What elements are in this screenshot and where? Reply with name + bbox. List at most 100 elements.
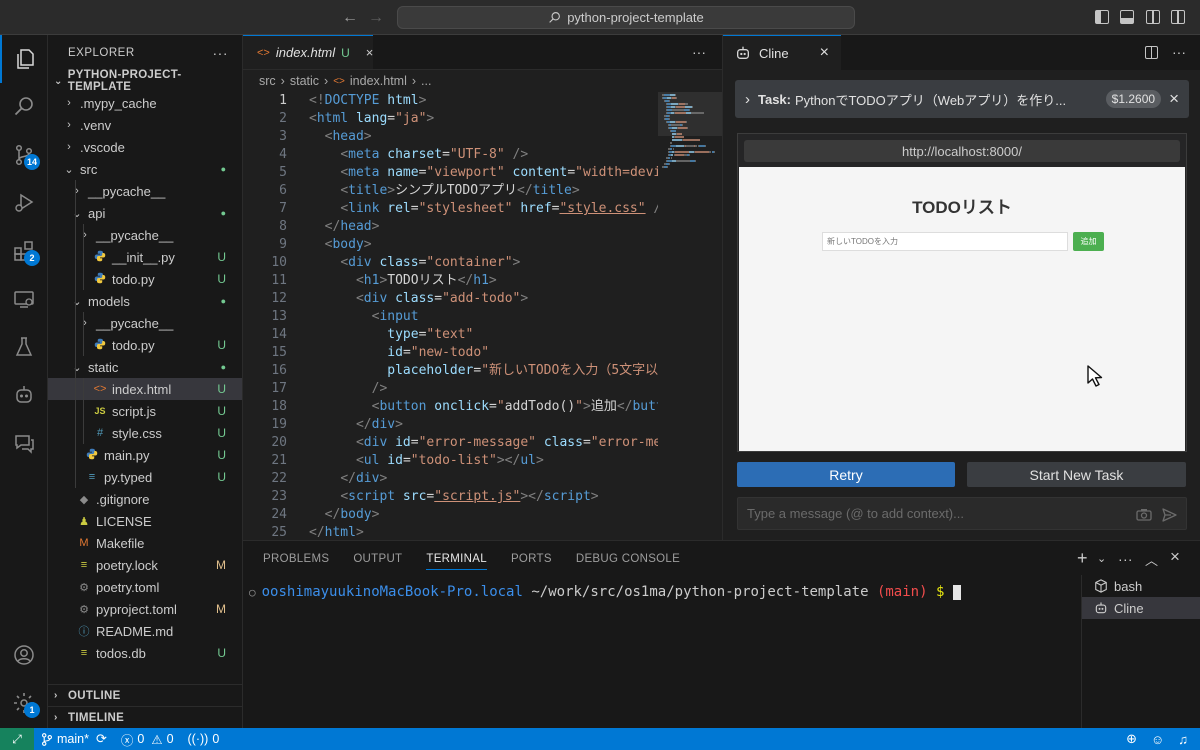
file-tree-item[interactable]: ≡ todos.db U (48, 642, 242, 664)
breadcrumb-symbol[interactable]: ... (421, 74, 431, 88)
code-line[interactable]: 2 <html lang="ja"> (243, 110, 658, 128)
file-tree-item[interactable]: › __pycache__ (48, 312, 242, 334)
terminal-item-cline[interactable]: Cline (1082, 597, 1200, 619)
file-tree-item[interactable]: ⚙ pyproject.toml M (48, 598, 242, 620)
tab-terminal[interactable]: TERMINAL (426, 553, 487, 570)
maximize-panel-icon[interactable]: ︿ (1145, 550, 1158, 569)
zoom-icon[interactable]: ⊕ (1119, 728, 1144, 750)
file-tree-item[interactable]: todo.py U (48, 334, 242, 356)
code-line[interactable]: 4 <meta charset="UTF-8" /> (243, 146, 658, 164)
remote-explorer-icon[interactable] (0, 275, 48, 323)
start-new-task-button[interactable]: Start New Task (967, 462, 1186, 487)
file-tree-item[interactable]: ⌄ src ● (48, 158, 242, 180)
toggle-panel-icon[interactable] (1120, 10, 1134, 24)
source-control-icon[interactable]: 14 (0, 131, 48, 179)
code-line[interactable]: 10 <div class="container"> (243, 254, 658, 272)
file-tree-item[interactable]: M Makefile (48, 532, 242, 554)
explorer-icon[interactable] (0, 35, 48, 83)
file-tree-item[interactable]: __init__.py U (48, 246, 242, 268)
project-root[interactable]: ⌄ PYTHON-PROJECT-TEMPLATE (48, 69, 242, 93)
run-debug-icon[interactable] (0, 179, 48, 227)
explorer-more-icon[interactable]: ··· (213, 45, 229, 61)
accounts-icon[interactable] (0, 631, 48, 679)
tab-ports[interactable]: PORTS (511, 553, 552, 565)
file-tree-item[interactable]: › __pycache__ (48, 180, 242, 202)
editor-more-icon[interactable]: ··· (692, 44, 706, 60)
terminal-prompt-line[interactable]: ○ ooshimayuukinoMacBook-Pro.local ~/work… (249, 584, 961, 600)
back-arrow-icon[interactable]: ← (342, 9, 358, 27)
toggle-secondary-sidebar-icon[interactable] (1146, 10, 1160, 24)
ports-indicator[interactable]: ((·)) 0 (181, 728, 227, 750)
copilot-icon[interactable]: ☺ (1144, 728, 1171, 750)
file-tree-item[interactable]: › .vscode (48, 136, 242, 158)
cline-tab-close-icon[interactable]: × (820, 44, 829, 62)
code-line[interactable]: 25 </html> (243, 524, 658, 540)
tab-output[interactable]: OUTPUT (353, 553, 402, 565)
file-tree-item[interactable]: # style.css U (48, 422, 242, 444)
cline-more-icon[interactable]: ··· (1172, 44, 1186, 60)
breadcrumb-static[interactable]: static (290, 74, 319, 88)
breadcrumb-file[interactable]: index.html (350, 74, 407, 88)
chat-icon[interactable] (0, 419, 48, 467)
timeline-section[interactable]: › TIMELINE (48, 706, 243, 728)
code-line[interactable]: 11 <h1>TODOリスト</h1> (243, 272, 658, 290)
command-center-search[interactable]: python-project-template (397, 6, 855, 29)
task-header[interactable]: › Task: PythonでTODOアプリ（Webアプリ）を作り... $1.… (735, 80, 1189, 118)
code-line[interactable]: 6 <title>シンプルTODOアプリ</title> (243, 182, 658, 200)
chevron-right-icon[interactable]: › (745, 91, 750, 108)
code-line[interactable]: 1 <!DOCTYPE html> (243, 92, 658, 110)
code-line[interactable]: 15 id="new-todo" (243, 344, 658, 362)
notifications-bell-icon[interactable]: ♫ (1171, 728, 1200, 750)
file-tree-item[interactable]: › __pycache__ (48, 224, 242, 246)
code-line[interactable]: 8 </head> (243, 218, 658, 236)
extensions-icon[interactable]: 2 (0, 227, 48, 275)
terminal-item-bash[interactable]: bash (1082, 575, 1200, 597)
file-tree-item[interactable]: main.py U (48, 444, 242, 466)
toggle-primary-sidebar-icon[interactable] (1095, 10, 1109, 24)
remote-indicator[interactable]: ⤢ (0, 728, 34, 750)
close-panel-icon[interactable]: × (1170, 547, 1180, 567)
file-tree-item[interactable]: › .mypy_cache (48, 92, 242, 114)
code-line[interactable]: 12 <div class="add-todo"> (243, 290, 658, 308)
tab-problems[interactable]: PROBLEMS (263, 553, 329, 565)
file-tree-item[interactable]: ⌄ models ● (48, 290, 242, 312)
settings-gear-icon[interactable]: 1 (0, 679, 48, 727)
tab-close-icon[interactable]: × (366, 45, 374, 60)
code-line[interactable]: 14 type="text" (243, 326, 658, 344)
message-input[interactable]: Type a message (@ to add context)... (737, 497, 1187, 530)
code-editor[interactable]: 1 <!DOCTYPE html> 2 <html lang="ja"> 3 <head… (243, 92, 658, 540)
sync-icon[interactable]: ⟳ (96, 731, 107, 747)
panel-more-icon[interactable]: ··· (1118, 551, 1133, 567)
code-line[interactable]: 5 <meta name="viewport" content="width=d… (243, 164, 658, 182)
code-line[interactable]: 13 <input (243, 308, 658, 326)
code-line[interactable]: 9 <body> (243, 236, 658, 254)
tab-cline[interactable]: Cline × (723, 35, 841, 70)
problems-indicator[interactable]: ⓧ 0 ⚠ 0 (114, 728, 181, 750)
code-line[interactable]: 22 </div> (243, 470, 658, 488)
file-tree-item[interactable]: ⚙ poetry.toml (48, 576, 242, 598)
forward-arrow-icon[interactable]: → (368, 9, 384, 27)
code-line[interactable]: 16 placeholder="新しいTODOを入力（5文字以上）" (243, 362, 658, 380)
file-tree-item[interactable]: ⓘ README.md (48, 620, 242, 642)
send-icon[interactable] (1162, 508, 1177, 522)
new-terminal-icon[interactable]: + (1077, 548, 1088, 569)
camera-icon[interactable] (1136, 508, 1152, 521)
retry-button[interactable]: Retry (737, 462, 955, 487)
cline-robot-icon[interactable] (0, 371, 48, 419)
code-line[interactable]: 17 /> (243, 380, 658, 398)
split-editor-icon[interactable] (1145, 46, 1158, 59)
chevron-down-icon[interactable]: ⌄ (1097, 552, 1107, 565)
file-tree-item[interactable]: ≡ py.typed U (48, 466, 242, 488)
file-tree-item[interactable]: › .venv (48, 114, 242, 136)
code-line[interactable]: 7 <link rel="stylesheet" href="style.css… (243, 200, 658, 218)
code-line[interactable]: 21 <ul id="todo-list"></ul> (243, 452, 658, 470)
file-tree-item[interactable]: JS script.js U (48, 400, 242, 422)
outline-section[interactable]: › OUTLINE (48, 684, 243, 706)
file-tree-item[interactable]: <> index.html U (48, 378, 242, 400)
code-line[interactable]: 19 </div> (243, 416, 658, 434)
file-tree-item[interactable]: ♟ LICENSE (48, 510, 242, 532)
tab-debug-console[interactable]: DEBUG CONSOLE (576, 553, 680, 565)
search-icon[interactable] (0, 83, 48, 131)
code-line[interactable]: 20 <div id="error-message" class="error-… (243, 434, 658, 452)
file-tree-item[interactable]: todo.py U (48, 268, 242, 290)
